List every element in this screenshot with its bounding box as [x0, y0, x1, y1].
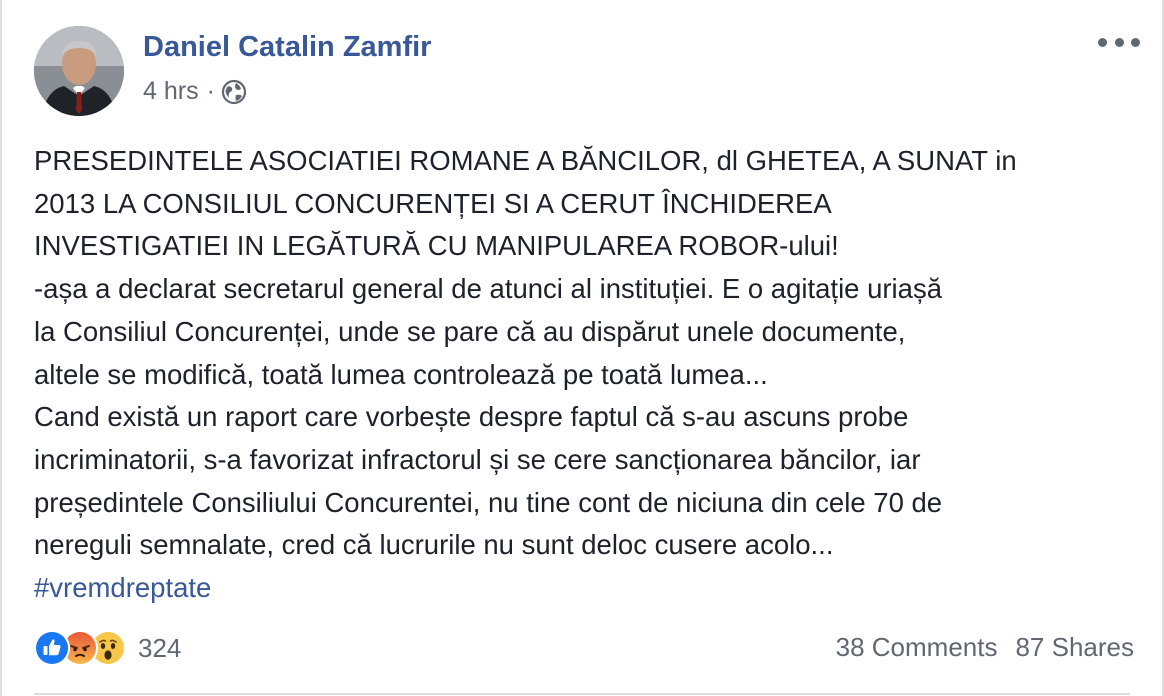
post-text-line: la Consiliul Concurenței, unde se pare c…	[34, 315, 906, 347]
post-stats: 38 Comments 87 Shares	[836, 632, 1134, 663]
footer-divider	[34, 693, 1130, 695]
globe-icon[interactable]	[221, 79, 247, 105]
comments-link[interactable]: 38 Comments	[836, 632, 998, 663]
author-name-link[interactable]: Daniel Catalin Zamfir	[143, 31, 431, 64]
post-text-line: PRESEDINTELE ASOCIATIEI ROMANE A BĂNCILO…	[34, 145, 1017, 176]
author-avatar[interactable]	[34, 26, 124, 116]
more-dot	[1131, 37, 1140, 47]
more-dot	[1098, 37, 1107, 47]
reactions-summary[interactable]: 324	[34, 628, 181, 668]
post-text-line: 2013 LA CONSILIUL CONCURENȚEI SI A CERUT…	[34, 187, 832, 219]
hashtag-link[interactable]: #vremdreptate	[34, 572, 211, 603]
post-text-line: incriminatorii, s-a favorizat infractoru…	[34, 443, 921, 475]
post-text-line: nereguli semnalate, cred că lucrurile nu…	[34, 529, 834, 561]
post-text-line: -așa a declarat secretarul general de at…	[34, 273, 943, 305]
post-body: PRESEDINTELE ASOCIATIEI ROMANE A BĂNCILO…	[34, 140, 1144, 610]
more-options-icon[interactable]	[1098, 32, 1140, 52]
post-card: Daniel Catalin Zamfir 4 hrs · PRESEDINTE…	[0, 0, 1164, 696]
post-text-line: altele se modifică, toată lumea controle…	[34, 358, 768, 390]
more-dot	[1114, 37, 1124, 47]
meta-separator: ·	[206, 77, 215, 105]
post-timestamp[interactable]: 4 hrs	[143, 77, 199, 106]
post-meta: 4 hrs ·	[143, 77, 247, 106]
like-icon[interactable]	[34, 630, 70, 666]
post-text-line: Cand există un raport care vorbește desp…	[34, 401, 909, 433]
post-text-line: INVESTIGATIEI IN LEGĂTURĂ CU MANIPULAREA…	[34, 230, 839, 262]
shares-link[interactable]: 87 Shares	[1015, 632, 1134, 663]
post-text-line: președintele Consiliului Concurentei, nu…	[34, 486, 943, 518]
reaction-count[interactable]: 324	[138, 633, 181, 664]
